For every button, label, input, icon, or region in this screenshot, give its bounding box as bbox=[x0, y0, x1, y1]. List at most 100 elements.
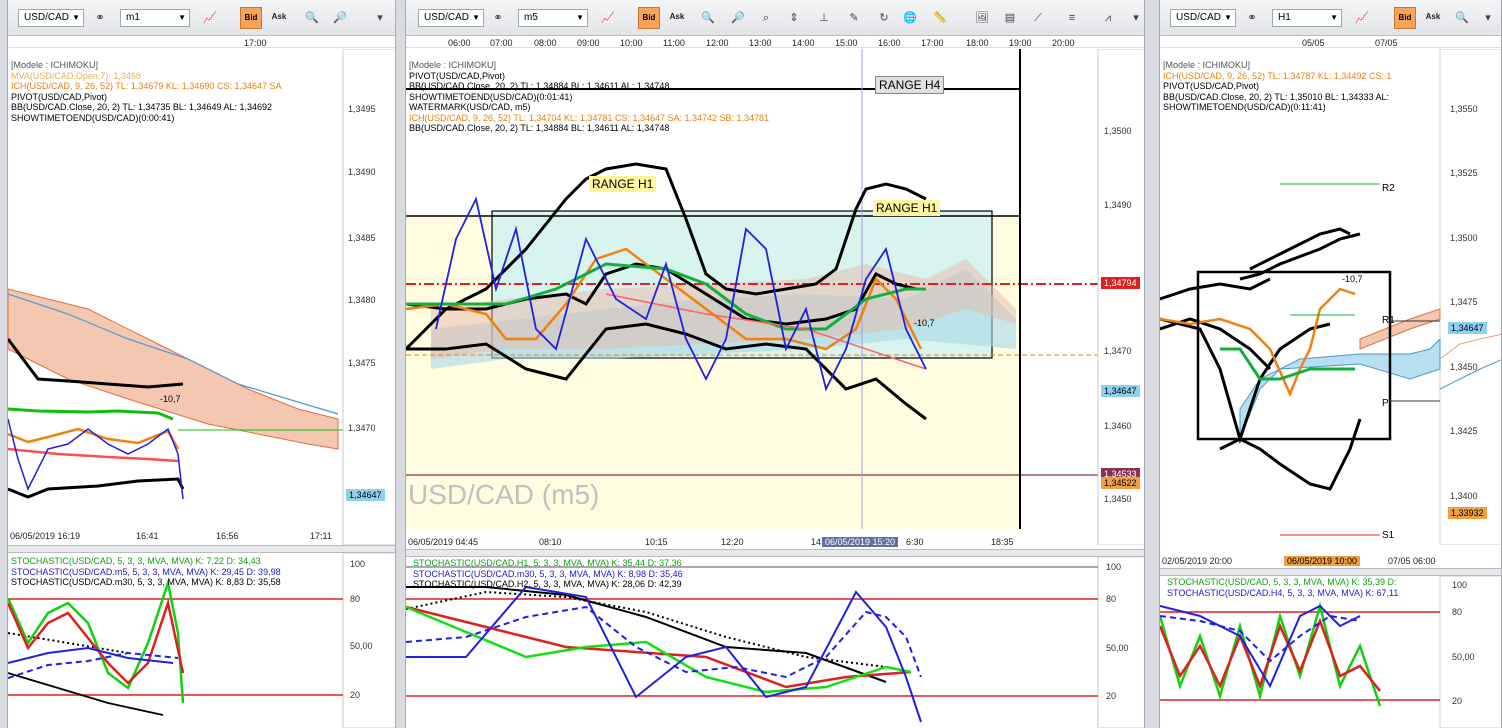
price-tick: 1,3475 bbox=[1450, 297, 1478, 307]
chart-type-icon[interactable]: 📈 bbox=[598, 8, 618, 28]
svg-text:USD/CAD (m5): USD/CAD (m5) bbox=[408, 479, 599, 510]
stoch-legend-1: STOCHASTIC(USD/CAD.m5, 5, 3, 3, MVA, MVA… bbox=[11, 566, 281, 577]
dropdown-icon[interactable]: ▾ bbox=[1126, 8, 1144, 28]
chevron-down-icon: ▼ bbox=[72, 13, 80, 22]
bid-button[interactable]: Bid bbox=[1394, 7, 1416, 29]
stoch-legend: STOCHASTIC(USD/CAD.H1, 5, 3, 3, MVA, MVA… bbox=[413, 558, 683, 590]
legend-line-5: ICH(USD/CAD, 9, 26, 52) TL: 1,34704 KL: … bbox=[409, 112, 770, 123]
dropdown-icon[interactable]: ▾ bbox=[1478, 8, 1498, 28]
timeframe-select[interactable]: H1 ▼ bbox=[1272, 9, 1342, 27]
pane-separator[interactable] bbox=[1160, 568, 1501, 576]
ask-button[interactable]: Ask bbox=[268, 7, 290, 29]
legend-line-3: PIVOT(USD/CAD,Pivot) bbox=[11, 91, 108, 102]
symbol-select[interactable]: USD/CAD ▼ bbox=[418, 9, 484, 27]
top-time-label: 07:00 bbox=[490, 38, 513, 48]
price-tick: 1,3495 bbox=[348, 104, 376, 114]
ask-button[interactable]: Ask bbox=[666, 7, 688, 29]
price-tick: 1,3480 bbox=[348, 295, 376, 305]
link-icon[interactable]: ⚭ bbox=[488, 8, 508, 28]
bid-button[interactable]: Bid bbox=[240, 7, 262, 29]
ruler-icon[interactable]: 📏 bbox=[930, 8, 950, 28]
stoch-legend: STOCHASTIC(USD/CAD, 5, 3, 3, MVA, MVA) K… bbox=[11, 556, 281, 588]
watermark-text: USD/CAD (m5) bbox=[408, 479, 599, 510]
zoom-fit-icon[interactable]: ⌕ bbox=[756, 8, 776, 28]
stoch-legend-1: STOCHASTIC(USD/CAD.m30, 5, 3, 3, MVA, MV… bbox=[413, 568, 683, 579]
pane-separator[interactable] bbox=[8, 545, 395, 553]
level-r1: R1 bbox=[1382, 315, 1395, 326]
link-icon[interactable]: ⚭ bbox=[90, 8, 110, 28]
top-time-label: 12:00 bbox=[706, 38, 729, 48]
bid-button[interactable]: Bid bbox=[638, 7, 660, 29]
pane-separator[interactable] bbox=[406, 549, 1144, 557]
price-tick: 1,3460 bbox=[1104, 421, 1132, 431]
stochastic-chart bbox=[1160, 576, 1501, 728]
date-label: 16:41 bbox=[136, 531, 159, 541]
stoch-legend-2: STOCHASTIC(USD/CAD.m30, 5, 3, 3, MVA, MV… bbox=[11, 577, 281, 587]
chart-type-icon[interactable]: 📈 bbox=[1352, 8, 1372, 28]
price-tick: 1,3485 bbox=[348, 233, 376, 243]
date-label: 06/05/2019 04:45 bbox=[408, 537, 479, 547]
link-icon[interactable]: ⚭ bbox=[1242, 8, 1262, 28]
timeframe-select[interactable]: m1 ▼ bbox=[120, 9, 190, 27]
date-label: 07/05 06:00 bbox=[1388, 556, 1436, 566]
date-label: 06/05/2019 16:19 bbox=[10, 531, 81, 541]
zoom-in-icon[interactable]: 🔍 bbox=[302, 8, 322, 28]
lines-icon[interactable]: ≡ bbox=[1062, 8, 1082, 28]
legend: [Modele : ICHIMOKU] MVA(USD/CAD.Open,7):… bbox=[11, 60, 282, 123]
stoch-legend: STOCHASTIC(USD/CAD, 5, 3, 3, MVA, MVA) K… bbox=[1167, 577, 1398, 598]
stoch-tick-80: 80 bbox=[1452, 607, 1463, 617]
stoch-tick-100: 100 bbox=[1106, 562, 1122, 572]
zoom-out-icon[interactable]: 🔎 bbox=[728, 8, 748, 28]
timeframe-value: m5 bbox=[524, 12, 538, 23]
price-tag-orange: 1,33932 bbox=[1448, 507, 1487, 519]
date-label: 02/05/2019 20:00 bbox=[1162, 556, 1233, 566]
chevron-down-icon: ▼ bbox=[1330, 13, 1338, 22]
marker-label: -10,7 bbox=[1342, 274, 1363, 284]
timeframe-select[interactable]: m5 ▼ bbox=[518, 9, 588, 27]
marker-icon[interactable]: ⊥ bbox=[814, 8, 834, 28]
fan-icon[interactable]: ⩘ bbox=[1098, 8, 1118, 28]
price-tick: 1,3550 bbox=[1450, 104, 1478, 114]
stoch-tick-20: 20 bbox=[1106, 691, 1117, 701]
globe-icon[interactable]: 🌐 bbox=[900, 8, 920, 28]
price-tick: 1,3490 bbox=[1104, 200, 1132, 210]
symbol-select[interactable]: USD/CAD ▼ bbox=[1170, 9, 1236, 27]
legend-line-1: PIVOT(USD/CAD,Pivot) bbox=[409, 70, 506, 81]
stoch-tick-20: 20 bbox=[1452, 696, 1463, 706]
top-time-label: 08:00 bbox=[534, 38, 557, 48]
date-label: 14 bbox=[811, 537, 822, 547]
price-tag-current: 1,34647 bbox=[346, 489, 385, 501]
comment-icon[interactable]: ✎ bbox=[844, 8, 864, 28]
image-icon[interactable]: 🖼 bbox=[972, 8, 992, 28]
ask-button[interactable]: Ask bbox=[1422, 7, 1444, 29]
price-tick: 1,3490 bbox=[348, 167, 376, 177]
print-icon[interactable]: ▤ bbox=[1000, 8, 1020, 28]
zoom-in-icon[interactable]: 🔍 bbox=[698, 8, 718, 28]
svg-text:-10,7: -10,7 bbox=[1342, 274, 1363, 284]
legend: [Modele : ICHIMOKU] ICH(USD/CAD, 9, 26, … bbox=[1163, 60, 1391, 113]
zoom-out-icon[interactable]: 🔎 bbox=[330, 8, 350, 28]
price-tick: 1,3470 bbox=[348, 423, 376, 433]
range-h1-label-a: RANGE H1 bbox=[589, 176, 657, 192]
level-s1: S1 bbox=[1382, 530, 1395, 541]
refresh-icon[interactable]: ↻ bbox=[874, 8, 894, 28]
zoom-in-icon[interactable]: 🔍 bbox=[1452, 8, 1472, 28]
level-r2: R2 bbox=[1382, 183, 1395, 194]
chevron-down-icon: ▼ bbox=[1224, 13, 1232, 22]
price-tick: 1,3425 bbox=[1450, 426, 1478, 436]
scale-icon[interactable]: ⇕ bbox=[784, 8, 804, 28]
chart-window-m5: USD/CAD ▼ ⚭ m5 ▼ 📈 Bid Ask 🔍 🔎 ⌕ ⇕ ⊥ ✎ ↻ 🌐… bbox=[405, 0, 1145, 728]
legend-line-4: SHOWTIMETOEND(USD/CAD)(0:11:41) bbox=[1163, 102, 1326, 112]
chart-type-icon[interactable]: 📈 bbox=[200, 8, 220, 28]
chevron-down-icon: ▼ bbox=[178, 13, 186, 22]
top-time-label: 20:00 bbox=[1052, 38, 1075, 48]
legend-line-3: SHOWTIMETOEND(USD/CAD)(0:01:41) bbox=[409, 91, 573, 102]
stoch-tick-100: 100 bbox=[1452, 580, 1468, 590]
date-label: 18:35 bbox=[991, 537, 1014, 547]
top-time-label: 11:00 bbox=[663, 38, 685, 48]
dropdown-icon[interactable]: ▾ bbox=[370, 8, 390, 28]
legend-line-0: [Modele : ICHIMOKU] bbox=[1163, 60, 1251, 70]
legend-line-6: BB(USD/CAD.Close, 20, 2) TL: 1,34884 BL:… bbox=[409, 123, 670, 133]
draw-tools-icon[interactable]: ⟋ bbox=[1028, 8, 1048, 28]
symbol-select[interactable]: USD/CAD ▼ bbox=[18, 9, 84, 27]
